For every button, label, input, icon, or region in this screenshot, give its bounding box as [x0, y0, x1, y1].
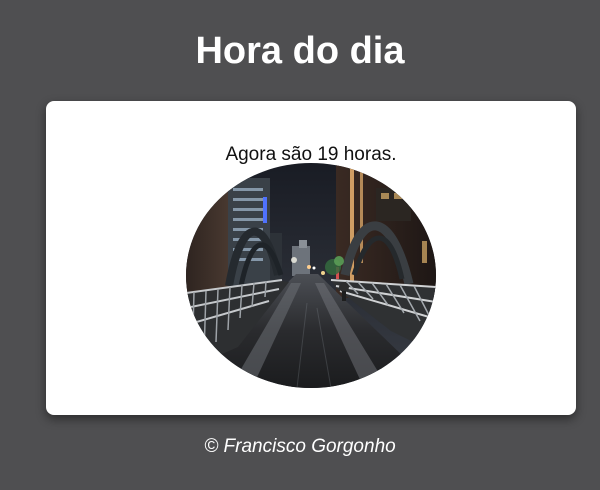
night-bridge-photo — [186, 163, 436, 388]
time-card: Agora são 19 horas. — [46, 101, 576, 415]
copyright-footer: © Francisco Gorgonho — [204, 436, 396, 457]
page-title: Hora do dia — [195, 30, 405, 72]
